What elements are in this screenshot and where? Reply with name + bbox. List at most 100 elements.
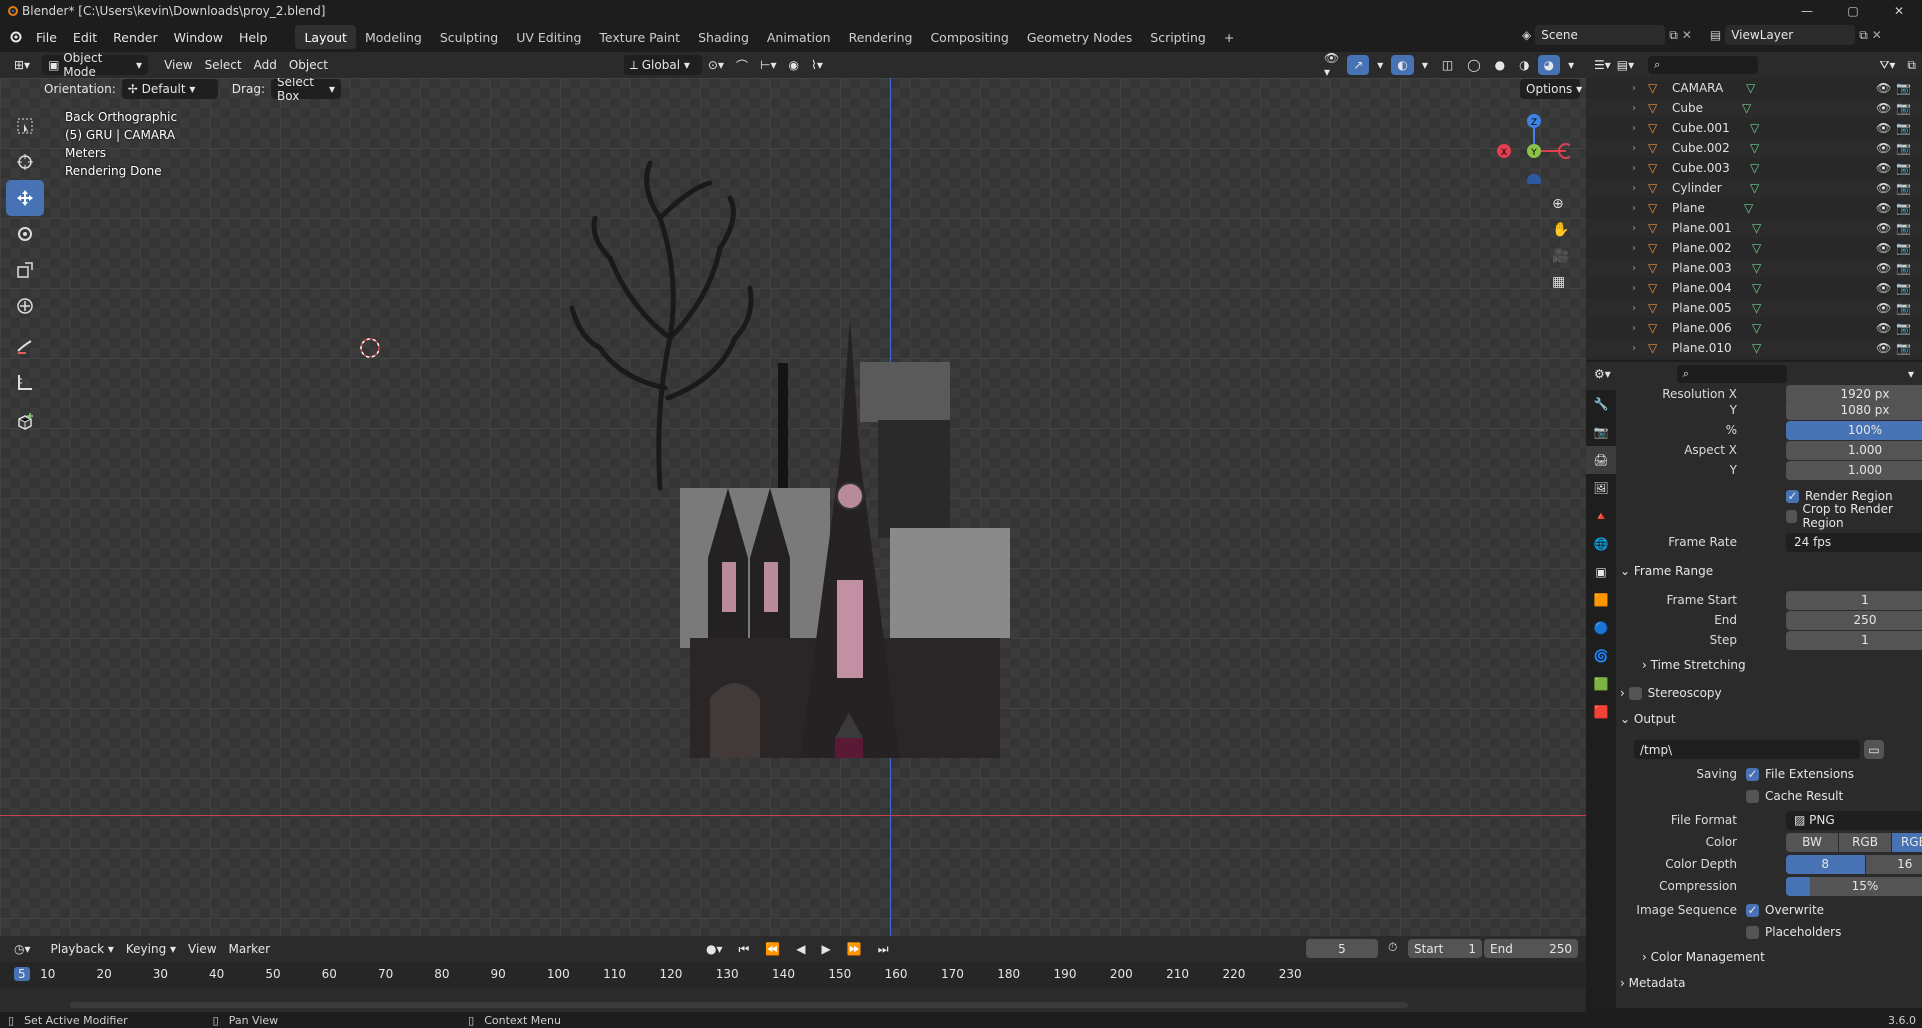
timeline-scrollbar[interactable] xyxy=(70,1002,1408,1008)
metadata-panel[interactable]: › Metadata xyxy=(1620,972,1914,994)
render-camera-icon[interactable]: 📷 xyxy=(1896,341,1911,355)
time-stretching-panel[interactable]: › Time Stretching xyxy=(1642,654,1914,676)
render-tab-icon[interactable]: 📷 xyxy=(1586,418,1616,446)
outliner-item[interactable]: › ▽ Plane.002 ▽ 👁 📷 xyxy=(1586,238,1922,258)
zoom-icon[interactable]: ⊕ xyxy=(1552,196,1569,212)
scale-tool-icon[interactable] xyxy=(6,252,44,288)
tab-shading[interactable]: Shading xyxy=(689,25,758,49)
view-layer-selector[interactable]: ViewLayer xyxy=(1725,25,1856,45)
outliner-item[interactable]: › ▽ Cube.002 ▽ 👁 📷 xyxy=(1586,138,1922,158)
gizmo-dropdown-icon[interactable]: ▾ xyxy=(1371,55,1389,75)
expand-arrow-icon[interactable]: › xyxy=(1632,183,1636,194)
frame-ruler[interactable]: 5 10 20 30 40 50 60 70 80 90 100 110 120 130 140 150 160… xyxy=(0,962,1586,988)
add-workspace-button[interactable]: + xyxy=(1215,25,1243,49)
eye-icon[interactable]: 👁 xyxy=(1876,181,1891,195)
frame-end-field[interactable]: 250 xyxy=(1786,610,1922,630)
tab-texture-paint[interactable]: Texture Paint xyxy=(590,25,689,49)
outliner-item[interactable]: › ▽ Plane.005 ▽ 👁 📷 xyxy=(1586,298,1922,318)
folder-icon[interactable]: ▭ xyxy=(1864,740,1884,759)
material-shading-icon[interactable]: ◑ xyxy=(1513,55,1535,75)
mode-selector[interactable]: ▣ Object Mode ▾ xyxy=(42,51,149,79)
render-camera-icon[interactable]: 📷 xyxy=(1896,241,1911,255)
color-management-panel[interactable]: › Color Management xyxy=(1642,946,1914,968)
eye-icon[interactable]: 👁 xyxy=(1876,81,1891,95)
outliner-item[interactable]: › ▽ Plane.003 ▽ 👁 📷 xyxy=(1586,258,1922,278)
expand-arrow-icon[interactable]: › xyxy=(1632,223,1636,234)
play-icon[interactable]: ▶ xyxy=(816,939,837,959)
remove-view-layer-icon[interactable]: ✕ xyxy=(1872,28,1882,42)
eye-icon[interactable]: 👁 xyxy=(1876,221,1891,235)
solid-shading-icon[interactable]: ● xyxy=(1489,55,1511,75)
cursor-tool-icon[interactable] xyxy=(6,144,44,180)
expand-arrow-icon[interactable]: › xyxy=(1632,203,1636,214)
stereoscopy-panel[interactable]: › Stereoscopy xyxy=(1620,682,1914,704)
pan-hand-icon[interactable]: ✋ xyxy=(1552,222,1569,238)
outliner-editor-type-icon[interactable]: ☰▾ xyxy=(1594,58,1611,72)
eye-icon[interactable]: 👁 xyxy=(1876,321,1891,335)
expand-arrow-icon[interactable]: › xyxy=(1632,103,1636,114)
add-cube-tool-icon[interactable] xyxy=(6,404,44,440)
constraint-tab-icon[interactable]: 🟩 xyxy=(1586,670,1616,698)
output-path-input[interactable]: /tmp\ xyxy=(1634,740,1860,759)
rotate-tool-icon[interactable] xyxy=(6,216,44,252)
collection-tab-icon[interactable]: ▣ xyxy=(1586,558,1616,586)
end-frame-field[interactable]: End 250 xyxy=(1484,939,1578,958)
shading-dropdown-icon[interactable]: ▾ xyxy=(1562,55,1580,75)
placeholders-checkbox[interactable]: Placeholders xyxy=(1746,922,1912,942)
view-layer-tab-icon[interactable]: 🖼 xyxy=(1586,474,1616,502)
outliner-item[interactable]: › ▽ Plane.001 ▽ 👁 📷 xyxy=(1586,218,1922,238)
falloff-icon[interactable]: ⌇▾ xyxy=(805,55,829,75)
modifier-tab-icon[interactable]: 🔵 xyxy=(1586,614,1616,642)
scene-tab-icon[interactable]: 🔺 xyxy=(1586,502,1616,530)
render-camera-icon[interactable]: 📷 xyxy=(1896,201,1911,215)
render-camera-icon[interactable]: 📷 xyxy=(1896,141,1911,155)
eye-icon[interactable]: 👁 xyxy=(1876,161,1891,175)
current-frame-field[interactable]: 5 xyxy=(1306,939,1378,958)
outliner-item[interactable]: › ▽ Plane.004 ▽ 👁 📷 xyxy=(1586,278,1922,298)
eye-icon[interactable]: 👁 xyxy=(1876,261,1891,275)
render-camera-icon[interactable]: 📷 xyxy=(1896,301,1911,315)
expand-arrow-icon[interactable]: › xyxy=(1632,83,1636,94)
frame-start-field[interactable]: 1 xyxy=(1786,590,1922,610)
tab-uv-editing[interactable]: UV Editing xyxy=(507,25,590,49)
proportional-edit-icon[interactable]: ◉ xyxy=(783,55,805,75)
render-camera-icon[interactable]: 📷 xyxy=(1896,261,1911,275)
new-collection-icon[interactable]: ⧉ xyxy=(1907,58,1916,73)
new-scene-icon[interactable]: ⧉ xyxy=(1669,28,1678,43)
eye-icon[interactable]: 👁 xyxy=(1876,341,1891,355)
jump-start-icon[interactable]: ⏮ xyxy=(733,939,756,959)
eye-icon[interactable]: 👁 xyxy=(1876,121,1891,135)
blender-menu-icon[interactable] xyxy=(8,30,22,44)
eye-icon[interactable]: 👁 xyxy=(1876,241,1891,255)
aspect-y-field[interactable]: 1.000 xyxy=(1786,460,1922,480)
overwrite-checkbox[interactable]: ✓ Overwrite xyxy=(1746,900,1912,920)
minimize-icon[interactable]: — xyxy=(1784,0,1830,22)
file-extensions-checkbox[interactable]: ✓ File Extensions xyxy=(1746,764,1912,784)
stereoscopy-checkbox[interactable] xyxy=(1628,686,1642,700)
start-frame-field[interactable]: Start 1 xyxy=(1408,939,1482,958)
cache-result-checkbox[interactable]: Cache Result xyxy=(1746,786,1912,806)
menu-add[interactable]: Add xyxy=(248,55,283,75)
record-icon[interactable]: ●▾ xyxy=(700,939,729,959)
file-format-selector[interactable]: ▨ PNG▾ xyxy=(1786,810,1922,830)
drag-selector[interactable]: Select Box ▾ xyxy=(270,78,341,103)
move-tool-icon[interactable] xyxy=(6,180,44,216)
timeline-editor-type-icon[interactable]: ◷▾ xyxy=(8,939,37,959)
expand-arrow-icon[interactable]: › xyxy=(1632,163,1636,174)
tab-geometry-nodes[interactable]: Geometry Nodes xyxy=(1018,25,1141,49)
outliner-item[interactable]: › ▽ CAMARA ▽ 👁 📷 xyxy=(1586,78,1922,98)
resolution-y-field[interactable]: 1080 px xyxy=(1786,400,1922,420)
outliner-item[interactable]: › ▽ Cylinder ▽ 👁 📷 xyxy=(1586,178,1922,198)
aspect-x-field[interactable]: 1.000 xyxy=(1786,440,1922,460)
eye-icon[interactable]: 👁 xyxy=(1876,201,1891,215)
tab-rendering[interactable]: Rendering xyxy=(840,25,922,49)
compression-slider[interactable]: 15% xyxy=(1786,876,1922,896)
menu-timeline-view[interactable]: View xyxy=(182,939,222,959)
menu-object[interactable]: Object xyxy=(283,55,334,75)
expand-arrow-icon[interactable]: › xyxy=(1632,323,1636,334)
expand-arrow-icon[interactable]: › xyxy=(1632,123,1636,134)
outliner-item[interactable]: ›▽Plane.011▽👁📷 xyxy=(1586,358,1922,360)
render-camera-icon[interactable]: 📷 xyxy=(1896,321,1911,335)
rendered-shading-icon[interactable]: ◕ xyxy=(1537,55,1561,75)
tab-compositing[interactable]: Compositing xyxy=(921,25,1017,49)
